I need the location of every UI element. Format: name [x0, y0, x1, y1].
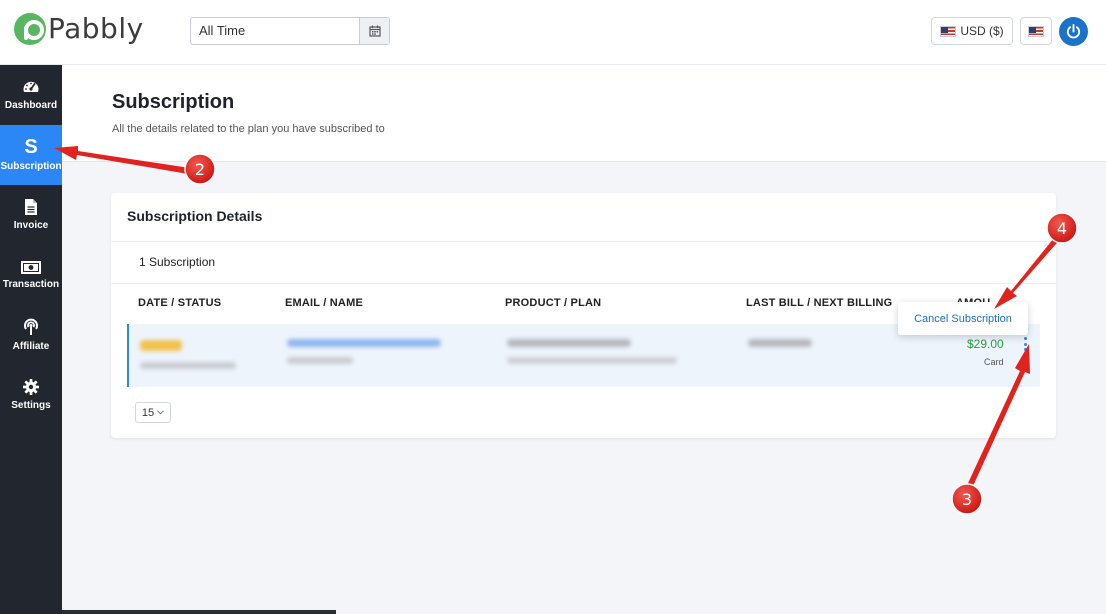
annotation-badge-3: 3 — [951, 483, 983, 515]
date-range-filter[interactable]: All Time — [190, 17, 390, 45]
cancel-subscription-menu-item[interactable]: Cancel Subscription — [898, 302, 1028, 335]
gear-icon — [23, 379, 39, 395]
column-header-billing: LAST BILL / NEXT BILLING — [746, 297, 893, 309]
date-range-value[interactable]: All Time — [191, 18, 359, 44]
calendar-button[interactable] — [359, 18, 389, 44]
sidebar-item-label: Affiliate — [12, 341, 50, 352]
redacted-status — [140, 340, 182, 351]
column-header-product-plan: PRODUCT / PLAN — [505, 297, 602, 309]
power-icon — [1066, 23, 1081, 39]
redacted-billing-date — [748, 339, 812, 347]
sidebar-item-affiliate[interactable]: Affiliate — [0, 305, 62, 365]
redacted-date — [140, 362, 236, 369]
column-header-email-name: EMAIL / NAME — [285, 297, 363, 309]
card-title: Subscription Details — [127, 208, 263, 224]
sidebar-item-label: Subscription — [0, 161, 62, 172]
redacted-name — [287, 357, 353, 364]
column-header-date-status: DATE / STATUS — [138, 297, 222, 309]
dollar-s-icon: S — [24, 136, 38, 158]
redacted-email — [287, 339, 441, 347]
subscription-count: 1 Subscription — [139, 255, 216, 269]
currency-selector[interactable]: USD ($) — [931, 17, 1013, 45]
page-subtitle: All the details related to the plan you … — [112, 123, 385, 135]
sidebar-item-label: Settings — [11, 400, 51, 411]
divider — [111, 283, 1056, 284]
redacted-product — [507, 339, 631, 347]
sidebar-item-label: Transaction — [2, 278, 60, 290]
payment-method: Card — [984, 357, 1004, 367]
pabbly-logo-mark — [14, 12, 46, 45]
redacted-plan — [507, 357, 677, 364]
divider — [111, 241, 1056, 242]
annotation-number: 3 — [962, 490, 972, 509]
per-page-select[interactable]: 15 — [135, 402, 171, 423]
page-title: Subscription — [112, 91, 235, 113]
sidebar-item-settings[interactable]: Settings — [0, 365, 62, 425]
dashboard-gauge-icon — [23, 81, 39, 92]
brand-name: Pabbly — [48, 12, 144, 45]
sidebar: Dashboard S Subscription Invoice Transac… — [0, 65, 62, 614]
language-selector[interactable] — [1020, 17, 1052, 45]
sidebar-item-transaction[interactable]: Transaction — [0, 245, 62, 305]
sidebar-item-label: Invoice — [13, 220, 49, 231]
us-flag-icon — [1028, 25, 1044, 37]
chevron-down-icon — [157, 410, 164, 415]
annotation-number: 4 — [1057, 219, 1067, 238]
per-page-value: 15 — [141, 406, 155, 419]
broadcast-icon — [24, 318, 38, 335]
amount-value: $29.00 — [967, 337, 1004, 351]
cash-icon — [21, 260, 41, 274]
cancel-subscription-label: Cancel Subscription — [914, 312, 1012, 325]
sidebar-item-subscription[interactable]: S Subscription — [0, 125, 62, 185]
us-flag-icon — [940, 25, 957, 37]
annotation-number: 2 — [195, 160, 205, 179]
currency-label: USD ($) — [960, 24, 1004, 38]
pabbly-logo[interactable]: Pabbly — [14, 12, 144, 45]
calendar-icon — [368, 25, 381, 37]
top-bar: Pabbly All Time USD ($) — [0, 0, 1106, 65]
bottom-scrollbar[interactable] — [62, 610, 336, 614]
document-icon — [25, 199, 37, 215]
sidebar-item-label: Dashboard — [4, 100, 58, 111]
logout-button[interactable] — [1059, 17, 1088, 46]
page-header: Subscription All the details related to … — [62, 65, 1106, 162]
sidebar-item-dashboard[interactable]: Dashboard — [0, 65, 62, 125]
sidebar-item-invoice[interactable]: Invoice — [0, 185, 62, 245]
row-actions-kebab-icon[interactable] — [1022, 337, 1028, 351]
